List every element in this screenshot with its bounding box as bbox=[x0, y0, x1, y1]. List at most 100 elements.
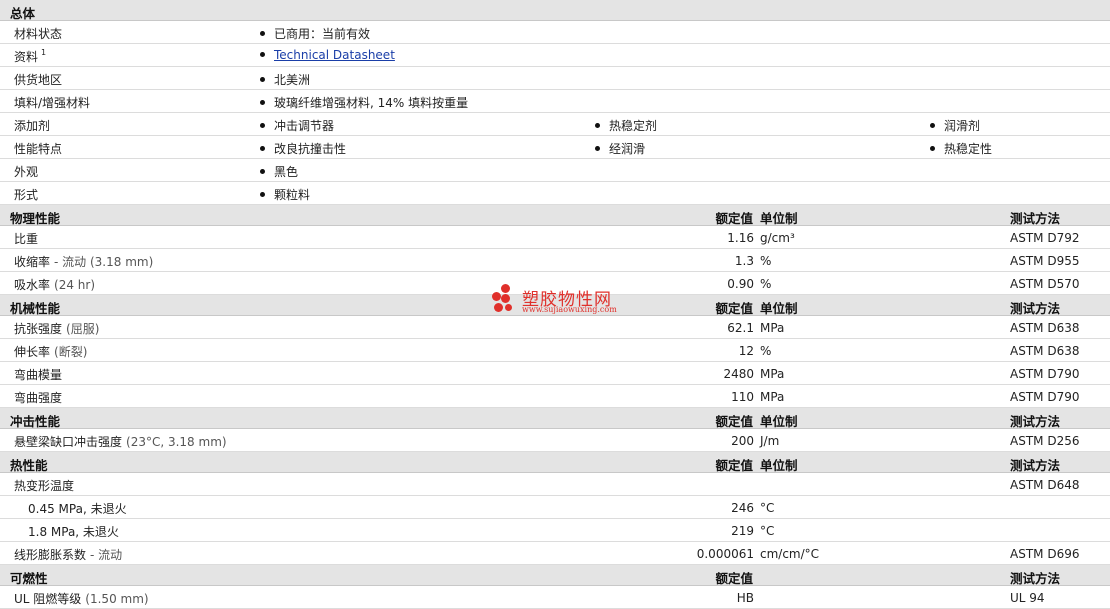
property-label: 弯曲模量 bbox=[14, 368, 63, 382]
property-unit: J/m bbox=[760, 434, 780, 448]
property-value: 219 bbox=[731, 524, 754, 538]
test-method: ASTM D638 bbox=[1010, 344, 1080, 358]
property-value: 110 bbox=[731, 390, 754, 404]
property-unit: °C bbox=[760, 501, 775, 515]
column-header-method: 测试方法 bbox=[1010, 571, 1061, 586]
property-unit: °C bbox=[760, 524, 775, 538]
row-label: 添加剂 bbox=[14, 119, 51, 133]
test-method: ASTM D792 bbox=[1010, 231, 1080, 245]
property-unit: % bbox=[760, 277, 772, 291]
bullet-item: Technical Datasheet bbox=[260, 48, 395, 62]
test-method: ASTM D638 bbox=[1010, 321, 1080, 335]
general-row-appearance: 外观 黑色 bbox=[0, 159, 1110, 182]
section-header-general: 总体 bbox=[0, 0, 1110, 21]
bullet-item: 黑色 bbox=[260, 163, 298, 180]
property-row: UL 阻燃等级 (1.50 mm) HB UL 94 bbox=[0, 586, 1110, 609]
column-header-nominal: 额定值 bbox=[715, 414, 753, 429]
general-row-documents: 资料 1 Technical Datasheet bbox=[0, 44, 1110, 67]
property-label: 1.8 MPa, 未退火 bbox=[28, 525, 119, 539]
test-method: UL 94 bbox=[1010, 591, 1045, 605]
property-value: 200 bbox=[731, 434, 754, 448]
property-value: 1.3 bbox=[734, 254, 754, 268]
property-label: 热变形温度 bbox=[14, 479, 75, 493]
property-subrow: 0.45 MPa, 未退火 246 °C bbox=[0, 496, 1110, 519]
general-row-form: 形式 颗粒料 bbox=[0, 182, 1110, 205]
general-row-availability: 供货地区 北美洲 bbox=[0, 67, 1110, 90]
section-title: 物理性能 bbox=[10, 211, 61, 226]
property-row: 弯曲模量 2480 MPa ASTM D790 bbox=[0, 362, 1110, 385]
bullet-item: 经润滑 bbox=[595, 140, 645, 157]
property-label: 抗张强度 (屈服) bbox=[14, 322, 100, 336]
watermark-dots-icon bbox=[492, 284, 520, 314]
row-label: 形式 bbox=[14, 188, 39, 202]
column-header-nominal: 额定值 bbox=[715, 301, 753, 316]
property-value: 12 bbox=[738, 344, 754, 358]
property-row: 伸长率 (断裂) 12 % ASTM D638 bbox=[0, 339, 1110, 362]
property-row: 收缩率 - 流动 (3.18 mm) 1.3 % ASTM D955 bbox=[0, 249, 1110, 272]
bullet-item: 冲击调节器 bbox=[260, 117, 334, 134]
property-subrow: 1.8 MPa, 未退火 219 °C bbox=[0, 519, 1110, 542]
property-label: 伸长率 (断裂) bbox=[14, 345, 88, 359]
general-row-features: 性能特点 改良抗撞击性 经润滑 热稳定性 bbox=[0, 136, 1110, 159]
test-method: ASTM D790 bbox=[1010, 390, 1080, 404]
row-label: 外观 bbox=[14, 165, 39, 179]
property-row: 线形膨胀系数 - 流动 0.000061 cm/cm/°C ASTM D696 bbox=[0, 542, 1110, 565]
watermark-url: www.sujiaowuxing.com bbox=[522, 305, 617, 314]
general-row-additives: 添加剂 冲击调节器 热稳定剂 润滑剂 bbox=[0, 113, 1110, 136]
column-header-method: 测试方法 bbox=[1010, 301, 1061, 316]
row-label: 填料/增强材料 bbox=[14, 96, 91, 110]
property-unit: g/cm³ bbox=[760, 231, 795, 245]
property-value: 2480 bbox=[723, 367, 754, 381]
property-value: 246 bbox=[731, 501, 754, 515]
test-method: ASTM D955 bbox=[1010, 254, 1080, 268]
bullet-item: 颗粒料 bbox=[260, 186, 310, 203]
column-header-method: 测试方法 bbox=[1010, 458, 1061, 473]
general-row-status: 材料状态 已商用：当前有效 bbox=[0, 21, 1110, 44]
property-unit: MPa bbox=[760, 390, 785, 404]
column-header-unit: 单位制 bbox=[760, 211, 798, 226]
property-value: 0.90 bbox=[727, 277, 754, 291]
section-title: 总体 bbox=[10, 6, 36, 21]
property-label: 吸水率 (24 hr) bbox=[14, 278, 96, 292]
watermark-logo: 塑胶物性网 www.sujiaowuxing.com bbox=[492, 284, 632, 318]
property-value: 0.000061 bbox=[696, 547, 754, 561]
property-row: 热变形温度 ASTM D648 bbox=[0, 473, 1110, 496]
column-header-unit: 单位制 bbox=[760, 414, 798, 429]
section-title: 热性能 bbox=[10, 458, 48, 473]
test-method: ASTM D256 bbox=[1010, 434, 1080, 448]
footnote-marker: 1 bbox=[41, 48, 47, 57]
column-header-unit: 单位制 bbox=[760, 458, 798, 473]
test-method: ASTM D570 bbox=[1010, 277, 1080, 291]
column-header-nominal: 额定值 bbox=[715, 571, 753, 586]
bullet-item: 热稳定性 bbox=[930, 140, 992, 157]
section-header-impact: 冲击性能 额定值 单位制 测试方法 bbox=[0, 408, 1110, 429]
property-value: HB bbox=[736, 591, 754, 605]
property-row: 弯曲强度 110 MPa ASTM D790 bbox=[0, 385, 1110, 408]
property-unit: % bbox=[760, 254, 772, 268]
column-header-nominal: 额定值 bbox=[715, 211, 753, 226]
section-title: 冲击性能 bbox=[10, 414, 61, 429]
row-label: 材料状态 bbox=[14, 27, 63, 41]
test-method: ASTM D648 bbox=[1010, 478, 1080, 492]
property-value: 1.16 bbox=[727, 231, 754, 245]
test-method: ASTM D790 bbox=[1010, 367, 1080, 381]
section-title: 可燃性 bbox=[10, 571, 48, 586]
section-title: 机械性能 bbox=[10, 301, 61, 316]
test-method: ASTM D696 bbox=[1010, 547, 1080, 561]
property-label: 悬壁梁缺口冲击强度 (23°C, 3.18 mm) bbox=[14, 435, 227, 449]
bullet-item: 润滑剂 bbox=[930, 117, 980, 134]
row-label: 资料 1 bbox=[14, 48, 47, 64]
property-unit: % bbox=[760, 344, 772, 358]
section-header-thermal: 热性能 额定值 单位制 测试方法 bbox=[0, 452, 1110, 473]
general-row-filler: 填料/增强材料 玻璃纤维增强材料, 14% 填料按重量 bbox=[0, 90, 1110, 113]
column-header-nominal: 额定值 bbox=[715, 458, 753, 473]
bullet-item: 已商用：当前有效 bbox=[260, 25, 370, 42]
technical-datasheet-link[interactable]: Technical Datasheet bbox=[274, 48, 395, 62]
row-label: 供货地区 bbox=[14, 73, 63, 87]
property-label: 收缩率 - 流动 (3.18 mm) bbox=[14, 255, 154, 269]
property-value: 62.1 bbox=[727, 321, 754, 335]
property-row: 悬壁梁缺口冲击强度 (23°C, 3.18 mm) 200 J/m ASTM D2… bbox=[0, 429, 1110, 452]
column-header-method: 测试方法 bbox=[1010, 211, 1061, 226]
property-label: 线形膨胀系数 - 流动 bbox=[14, 548, 123, 562]
property-row: 比重 1.16 g/cm³ ASTM D792 bbox=[0, 226, 1110, 249]
